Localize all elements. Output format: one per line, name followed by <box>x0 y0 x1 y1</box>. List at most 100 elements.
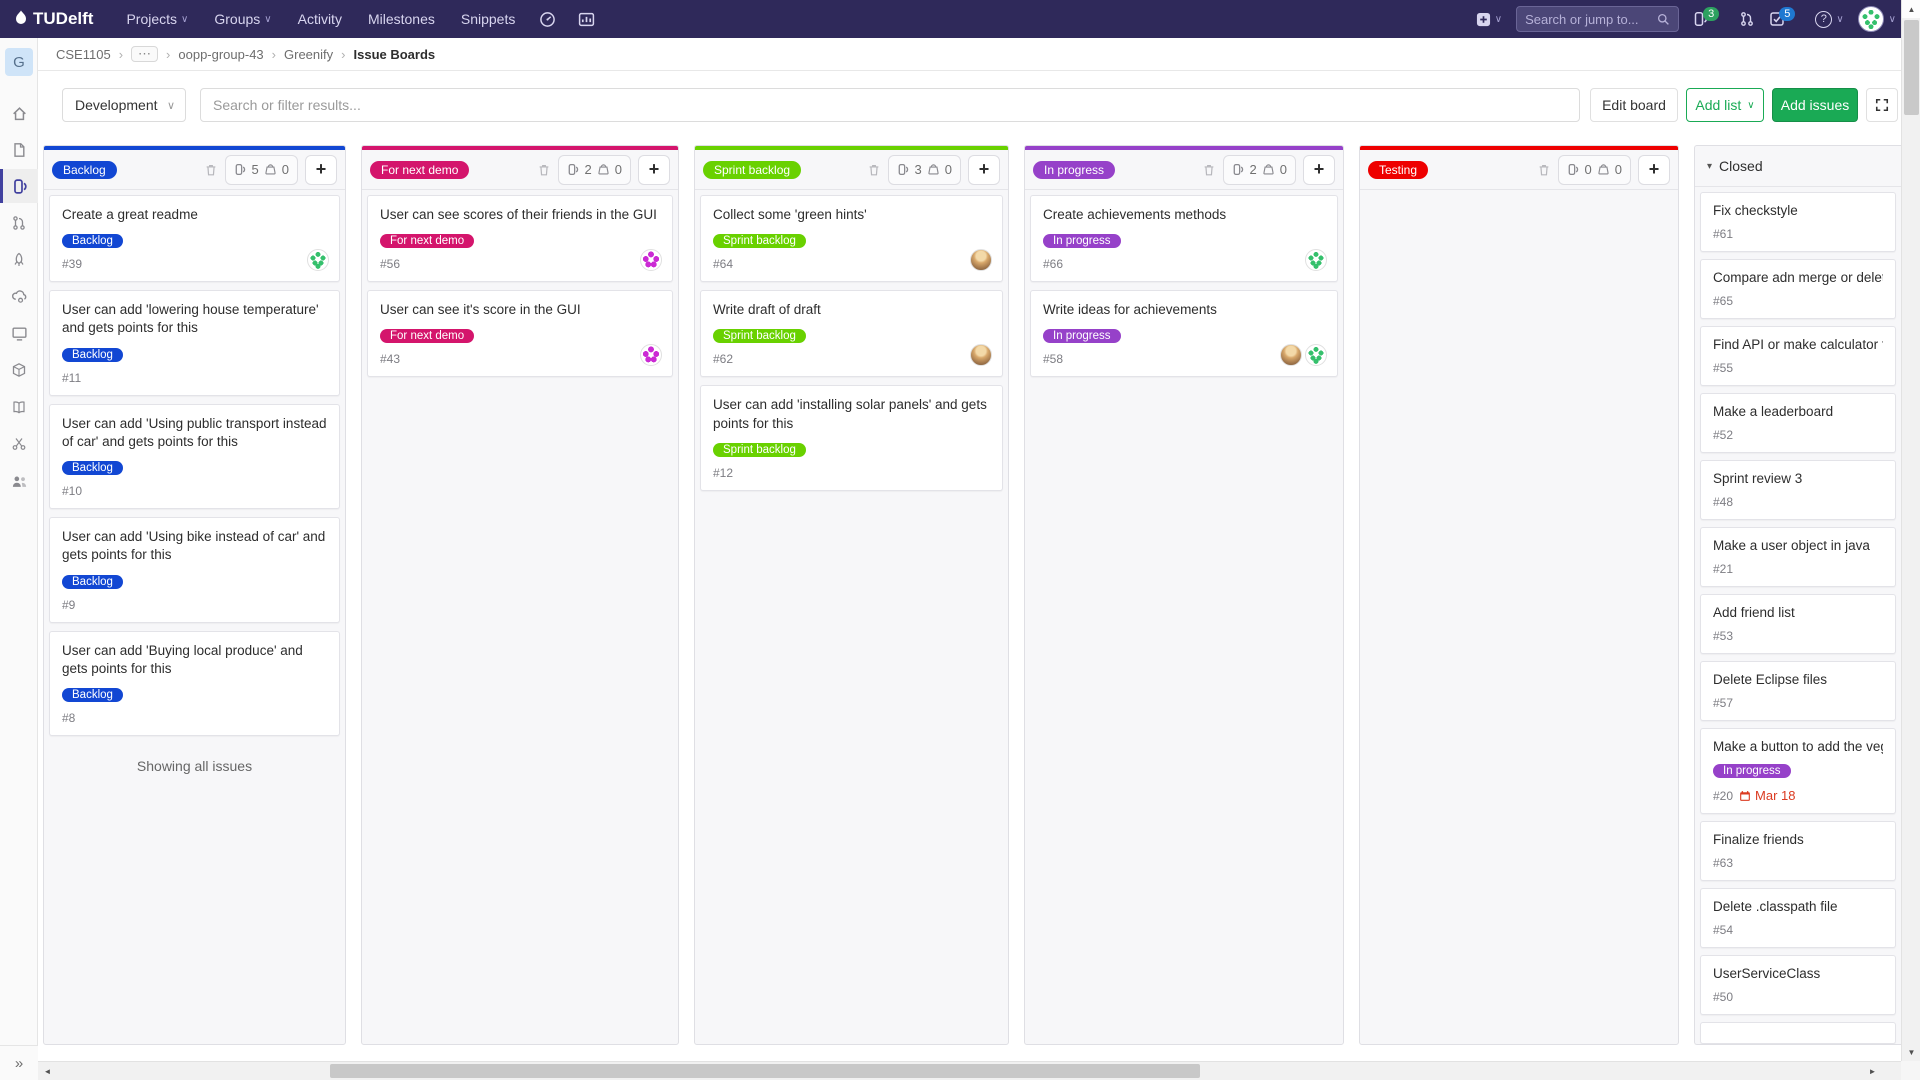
issue-label[interactable]: Backlog <box>62 461 123 475</box>
list-title-pill[interactable]: In progress <box>1033 161 1115 179</box>
horizontal-scrollbar[interactable]: ◄ ► <box>38 1061 1901 1080</box>
sidebar-item-repository[interactable] <box>0 133 38 167</box>
tudelft-logo[interactable]: TUDelft <box>14 9 93 29</box>
issue-label[interactable]: In progress <box>1043 234 1121 248</box>
breadcrumb-group[interactable]: CSE1105 <box>56 47 111 62</box>
board-switcher[interactable]: Development ∨ <box>62 88 186 122</box>
horizontal-scroll-thumb[interactable] <box>330 1064 1200 1078</box>
scroll-left-arrow[interactable]: ◄ <box>38 1062 57 1080</box>
global-search[interactable] <box>1516 6 1679 32</box>
issue-label[interactable]: For next demo <box>380 329 474 343</box>
issue-card[interactable]: User can add 'Buying local produce' and … <box>49 631 340 736</box>
issue-card[interactable]: Compare adn merge or delete old b #65 <box>1700 259 1896 319</box>
issue-label[interactable]: Sprint backlog <box>713 443 806 457</box>
user-menu[interactable]: ∨ <box>1858 6 1896 32</box>
issue-card[interactable] <box>1700 1022 1896 1044</box>
filter-bar[interactable] <box>200 88 1580 122</box>
issue-card[interactable]: Create a great readme Backlog #39 <box>49 195 340 282</box>
issue-card[interactable]: Delete Eclipse files #57 <box>1700 661 1896 721</box>
issue-card[interactable]: UserServiceClass #50 <box>1700 955 1896 1015</box>
issue-label[interactable]: For next demo <box>380 234 474 248</box>
issue-label[interactable]: Sprint backlog <box>713 234 806 248</box>
list-title-pill[interactable]: Sprint backlog <box>703 161 801 179</box>
issue-card[interactable]: Fix checkstyle #61 <box>1700 192 1896 252</box>
issue-card[interactable]: User can see it's score in the GUI For n… <box>367 290 673 377</box>
issue-label[interactable]: Backlog <box>62 234 123 248</box>
issue-card[interactable]: Delete .classpath file #54 <box>1700 888 1896 948</box>
sidebar-item-merge-requests[interactable] <box>0 206 38 240</box>
issue-card[interactable]: Make a button to add the vegetarian In p… <box>1700 728 1896 814</box>
nav-issues-icon[interactable]: 3 <box>1693 11 1725 27</box>
delete-list-icon[interactable] <box>204 163 218 177</box>
nav-activity[interactable]: Activity <box>287 0 353 38</box>
breadcrumb-subgroup[interactable]: oopp-group-43 <box>178 47 263 62</box>
issue-label[interactable]: Sprint backlog <box>713 329 806 343</box>
issue-card[interactable]: Make a leaderboard #52 <box>1700 393 1896 453</box>
collapse-list-icon[interactable]: ▾ <box>1707 161 1712 172</box>
delete-list-icon[interactable] <box>1202 163 1216 177</box>
issue-label[interactable]: Backlog <box>62 575 123 589</box>
add-issues-button[interactable]: Add issues <box>1772 88 1858 122</box>
nav-merge-requests-icon[interactable] <box>1739 11 1755 27</box>
sidebar-item-members[interactable] <box>0 464 38 498</box>
vertical-scroll-thumb[interactable] <box>1904 20 1919 115</box>
issue-label[interactable]: In progress <box>1713 764 1791 778</box>
nav-projects[interactable]: Projects∨ <box>115 0 199 38</box>
charts-icon[interactable] <box>569 11 604 28</box>
sidebar-item-packages[interactable] <box>0 353 38 387</box>
nav-todos-icon[interactable]: 5 <box>1769 11 1801 27</box>
sidebar-item-operations[interactable] <box>0 279 38 313</box>
issue-card[interactable]: Find API or make calculator for CO2 #55 <box>1700 326 1896 386</box>
issue-card[interactable]: Sprint review 3 #48 <box>1700 460 1896 520</box>
add-list-button[interactable]: Add list ∨ <box>1686 88 1764 122</box>
breadcrumb-project[interactable]: Greenify <box>284 47 333 62</box>
issue-card[interactable]: Create achievements methods In progress … <box>1030 195 1338 282</box>
issue-card[interactable]: Finalize friends #63 <box>1700 821 1896 881</box>
add-issue-to-list-button[interactable]: + <box>305 155 337 185</box>
list-title-pill[interactable]: Testing <box>1368 161 1428 179</box>
scroll-right-arrow[interactable]: ► <box>1863 1062 1882 1080</box>
nav-milestones[interactable]: Milestones <box>357 0 446 38</box>
sidebar-item-cicd[interactable] <box>0 243 38 277</box>
add-issue-to-list-button[interactable]: + <box>1303 155 1335 185</box>
issue-card[interactable]: User can add 'installing solar panels' a… <box>700 385 1003 490</box>
sidebar-item-issue-boards[interactable] <box>0 169 38 203</box>
issue-card[interactable]: User can add 'Using public transport ins… <box>49 404 340 509</box>
issue-card[interactable]: Write ideas for achievements In progress… <box>1030 290 1338 377</box>
sidebar-item-snippets[interactable] <box>0 427 38 461</box>
sidebar-item-wiki[interactable] <box>0 390 38 424</box>
nav-groups[interactable]: Groups∨ <box>203 0 282 38</box>
delete-list-icon[interactable] <box>867 163 881 177</box>
add-issue-to-list-button[interactable]: + <box>968 155 1000 185</box>
issue-card[interactable]: Add friend list #53 <box>1700 594 1896 654</box>
issue-card[interactable]: Make a user object in java #21 <box>1700 527 1896 587</box>
issue-label[interactable]: Backlog <box>62 688 123 702</box>
sidebar-item-monitor[interactable] <box>0 316 38 350</box>
issue-card[interactable]: User can add 'Using bike instead of car'… <box>49 517 340 622</box>
issue-label[interactable]: In progress <box>1043 329 1121 343</box>
new-menu-button[interactable]: ∨ <box>1476 12 1502 27</box>
issue-card[interactable]: Collect some 'green hints' Sprint backlo… <box>700 195 1003 282</box>
issue-label[interactable]: Backlog <box>62 348 123 362</box>
delete-list-icon[interactable] <box>537 163 551 177</box>
issue-card[interactable]: User can see scores of their friends in … <box>367 195 673 282</box>
dashboard-gauge-icon[interactable] <box>530 11 565 28</box>
fullscreen-button[interactable] <box>1866 88 1898 122</box>
list-title-pill[interactable]: Backlog <box>52 161 117 179</box>
global-search-input[interactable] <box>1525 12 1657 27</box>
add-issue-to-list-button[interactable]: + <box>1638 155 1670 185</box>
issue-card[interactable]: User can add 'lowering house temperature… <box>49 290 340 395</box>
add-issue-to-list-button[interactable]: + <box>638 155 670 185</box>
nav-snippets[interactable]: Snippets <box>450 0 526 38</box>
scroll-down-arrow[interactable]: ▼ <box>1902 1043 1920 1061</box>
vertical-scrollbar[interactable]: ▲ ▼ <box>1901 0 1920 1080</box>
filter-input[interactable] <box>213 97 1567 113</box>
delete-list-icon[interactable] <box>1537 163 1551 177</box>
sidebar-expand-toggle[interactable]: » <box>0 1045 38 1080</box>
help-menu[interactable]: ? ∨ <box>1815 11 1843 28</box>
breadcrumb-ellipsis[interactable]: ⋯ <box>131 46 158 62</box>
scroll-up-arrow[interactable]: ▲ <box>1902 0 1920 18</box>
issue-card[interactable]: Write draft of draft Sprint backlog #62 <box>700 290 1003 377</box>
list-title-pill[interactable]: For next demo <box>370 161 469 179</box>
edit-board-button[interactable]: Edit board <box>1590 88 1678 122</box>
